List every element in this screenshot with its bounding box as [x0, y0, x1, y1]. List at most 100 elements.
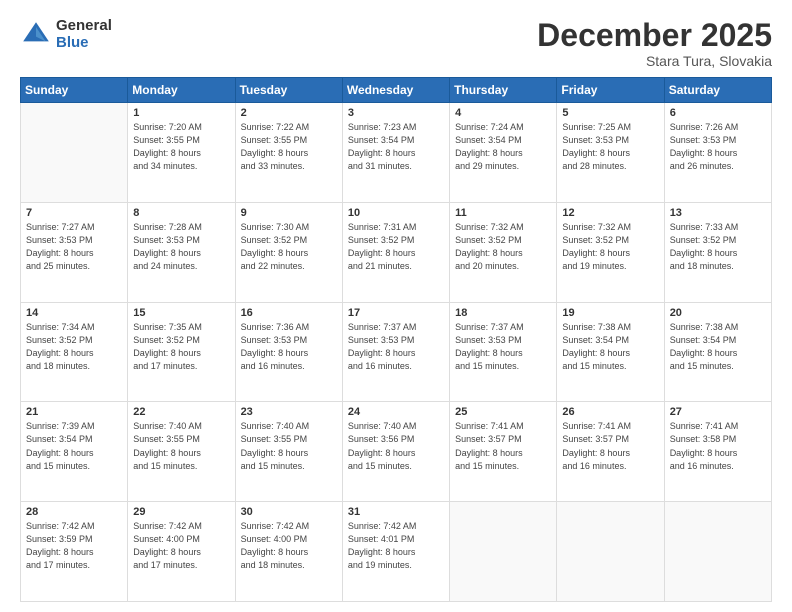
calendar-header-row: SundayMondayTuesdayWednesdayThursdayFrid… — [21, 78, 772, 103]
calendar-week-row: 14 Sunrise: 7:34 AMSunset: 3:52 PMDayligh… — [21, 302, 772, 402]
calendar-day-header: Sunday — [21, 78, 128, 103]
day-number: 25 — [455, 406, 551, 418]
calendar-cell: 12Sunrise: 7:32 AMSunset: 3:52 PMDayligh… — [557, 202, 664, 302]
day-number: 30 — [241, 506, 337, 518]
day-number: 2 — [241, 107, 337, 119]
day-info: Sunrise: 7:35 AMSunset: 3:52 PMDaylight:… — [133, 321, 229, 373]
day-info: Sunrise: 7:40 AMSunset: 3:55 PMDaylight:… — [241, 420, 337, 472]
day-info: Sunrise: 7:31 AMSunset: 3:52 PMDaylight:… — [348, 221, 444, 273]
calendar-cell: 8Sunrise: 7:28 AMSunset: 3:53 PMDaylight… — [128, 202, 235, 302]
logo-blue: Blue — [56, 35, 112, 52]
calendar-cell: 5 Sunrise: 7:25 AMSunset: 3:53 PMDaylight… — [557, 103, 664, 203]
calendar-cell: 31 Sunrise: 7:42 AMSunset: 4:01 PMDayligh… — [342, 502, 449, 602]
calendar-day-header: Monday — [128, 78, 235, 103]
calendar-cell — [450, 502, 557, 602]
calendar-cell: 24 Sunrise: 7:40 AMSunset: 3:56 PMDayligh… — [342, 402, 449, 502]
day-number: 6 — [670, 107, 766, 119]
day-number: 10 — [348, 207, 444, 219]
day-info: Sunrise: 7:20 AMSunset: 3:55 PMDaylight:… — [133, 121, 229, 173]
calendar-day-header: Saturday — [664, 78, 771, 103]
day-number: 3 — [348, 107, 444, 119]
calendar-cell: 14 Sunrise: 7:34 AMSunset: 3:52 PMDayligh… — [21, 302, 128, 402]
calendar-cell: 1 Sunrise: 7:20 AMSunset: 3:55 PMDaylight… — [128, 103, 235, 203]
day-number: 26 — [562, 406, 658, 418]
calendar-day-header: Friday — [557, 78, 664, 103]
calendar-cell: 28 Sunrise: 7:42 AMSunset: 3:59 PMDayligh… — [21, 502, 128, 602]
calendar-cell: 17 Sunrise: 7:37 AMSunset: 3:53 PMDayligh… — [342, 302, 449, 402]
header: General Blue December 2025 Stara Tura, S… — [20, 18, 772, 69]
day-info: Sunrise: 7:39 AMSunset: 3:54 PMDaylight:… — [26, 420, 122, 472]
day-info: Sunrise: 7:41 AMSunset: 3:57 PMDaylight:… — [562, 420, 658, 472]
day-info: Sunrise: 7:37 AMSunset: 3:53 PMDaylight:… — [348, 321, 444, 373]
day-info: Sunrise: 7:40 AMSunset: 3:55 PMDaylight:… — [133, 420, 229, 472]
calendar-cell: 21 Sunrise: 7:39 AMSunset: 3:54 PMDayligh… — [21, 402, 128, 502]
day-info: Sunrise: 7:42 AMSunset: 4:00 PMDaylight:… — [241, 520, 337, 572]
calendar-week-row: 28 Sunrise: 7:42 AMSunset: 3:59 PMDayligh… — [21, 502, 772, 602]
day-number: 24 — [348, 406, 444, 418]
day-number: 7 — [26, 207, 122, 219]
calendar-cell: 20Sunrise: 7:38 AMSunset: 3:54 PMDayligh… — [664, 302, 771, 402]
day-info: Sunrise: 7:37 AMSunset: 3:53 PMDaylight:… — [455, 321, 551, 373]
day-number: 18 — [455, 307, 551, 319]
calendar-cell: 25 Sunrise: 7:41 AMSunset: 3:57 PMDayligh… — [450, 402, 557, 502]
main-title: December 2025 — [537, 18, 772, 53]
day-number: 31 — [348, 506, 444, 518]
calendar-cell: 13Sunrise: 7:33 AMSunset: 3:52 PMDayligh… — [664, 202, 771, 302]
logo-icon — [20, 19, 52, 51]
subtitle: Stara Tura, Slovakia — [537, 53, 772, 69]
calendar-cell: 4Sunrise: 7:24 AMSunset: 3:54 PMDaylight… — [450, 103, 557, 203]
calendar-cell: 22 Sunrise: 7:40 AMSunset: 3:55 PMDayligh… — [128, 402, 235, 502]
calendar-cell: 18 Sunrise: 7:37 AMSunset: 3:53 PMDayligh… — [450, 302, 557, 402]
calendar-cell: 26 Sunrise: 7:41 AMSunset: 3:57 PMDayligh… — [557, 402, 664, 502]
calendar-week-row: 21 Sunrise: 7:39 AMSunset: 3:54 PMDayligh… — [21, 402, 772, 502]
calendar-cell — [557, 502, 664, 602]
day-number: 21 — [26, 406, 122, 418]
day-number: 12 — [562, 207, 658, 219]
day-info: Sunrise: 7:40 AMSunset: 3:56 PMDaylight:… — [348, 420, 444, 472]
calendar-cell: 9Sunrise: 7:30 AMSunset: 3:52 PMDaylight… — [235, 202, 342, 302]
day-number: 4 — [455, 107, 551, 119]
day-info: Sunrise: 7:25 AMSunset: 3:53 PMDaylight:… — [562, 121, 658, 173]
day-info: Sunrise: 7:38 AMSunset: 3:54 PMDaylight:… — [562, 321, 658, 373]
calendar-day-header: Wednesday — [342, 78, 449, 103]
day-number: 22 — [133, 406, 229, 418]
day-info: Sunrise: 7:32 AMSunset: 3:52 PMDaylight:… — [455, 221, 551, 273]
calendar-cell: 16 Sunrise: 7:36 AMSunset: 3:53 PMDayligh… — [235, 302, 342, 402]
day-number: 23 — [241, 406, 337, 418]
day-info: Sunrise: 7:41 AMSunset: 3:58 PMDaylight:… — [670, 420, 766, 472]
calendar-cell: 15Sunrise: 7:35 AMSunset: 3:52 PMDayligh… — [128, 302, 235, 402]
day-number: 8 — [133, 207, 229, 219]
day-number: 28 — [26, 506, 122, 518]
day-number: 11 — [455, 207, 551, 219]
calendar-cell: 6 Sunrise: 7:26 AMSunset: 3:53 PMDaylight… — [664, 103, 771, 203]
calendar-cell: 23 Sunrise: 7:40 AMSunset: 3:55 PMDayligh… — [235, 402, 342, 502]
day-number: 29 — [133, 506, 229, 518]
day-info: Sunrise: 7:23 AMSunset: 3:54 PMDaylight:… — [348, 121, 444, 173]
day-info: Sunrise: 7:42 AMSunset: 3:59 PMDaylight:… — [26, 520, 122, 572]
day-number: 13 — [670, 207, 766, 219]
day-number: 16 — [241, 307, 337, 319]
day-number: 14 — [26, 307, 122, 319]
calendar-cell: 7 Sunrise: 7:27 AMSunset: 3:53 PMDaylight… — [21, 202, 128, 302]
day-info: Sunrise: 7:26 AMSunset: 3:53 PMDaylight:… — [670, 121, 766, 173]
page: General Blue December 2025 Stara Tura, S… — [0, 0, 792, 612]
title-block: December 2025 Stara Tura, Slovakia — [537, 18, 772, 69]
day-info: Sunrise: 7:34 AMSunset: 3:52 PMDaylight:… — [26, 321, 122, 373]
calendar-table: SundayMondayTuesdayWednesdayThursdayFrid… — [20, 77, 772, 602]
calendar-cell: 10 Sunrise: 7:31 AMSunset: 3:52 PMDayligh… — [342, 202, 449, 302]
day-number: 20 — [670, 307, 766, 319]
calendar-day-header: Thursday — [450, 78, 557, 103]
day-number: 19 — [562, 307, 658, 319]
day-number: 17 — [348, 307, 444, 319]
day-info: Sunrise: 7:42 AMSunset: 4:00 PMDaylight:… — [133, 520, 229, 572]
day-info: Sunrise: 7:36 AMSunset: 3:53 PMDaylight:… — [241, 321, 337, 373]
day-number: 5 — [562, 107, 658, 119]
day-info: Sunrise: 7:27 AMSunset: 3:53 PMDaylight:… — [26, 221, 122, 273]
day-number: 1 — [133, 107, 229, 119]
day-number: 9 — [241, 207, 337, 219]
day-info: Sunrise: 7:42 AMSunset: 4:01 PMDaylight:… — [348, 520, 444, 572]
calendar-cell: 19 Sunrise: 7:38 AMSunset: 3:54 PMDayligh… — [557, 302, 664, 402]
calendar-cell: 30 Sunrise: 7:42 AMSunset: 4:00 PMDayligh… — [235, 502, 342, 602]
calendar-cell: 11 Sunrise: 7:32 AMSunset: 3:52 PMDayligh… — [450, 202, 557, 302]
day-info: Sunrise: 7:41 AMSunset: 3:57 PMDaylight:… — [455, 420, 551, 472]
